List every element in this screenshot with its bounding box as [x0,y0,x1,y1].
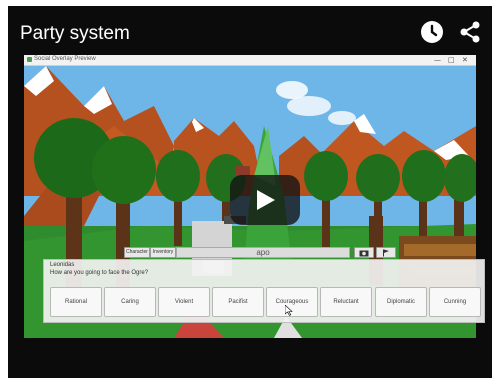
minimize-button[interactable]: — [434,55,441,65]
share-icon[interactable] [458,20,482,44]
choice-button[interactable]: Pacifist [212,287,264,317]
close-button[interactable]: ✕ [462,55,468,65]
video-frame[interactable]: Party system Social Overlay Preview — □ … [8,6,492,378]
flag-icon [383,249,389,257]
window-titlebar: Social Overlay Preview — □ ✕ [24,55,476,66]
choice-button[interactable]: Violent [158,287,210,317]
window-title: Social Overlay Preview [34,56,96,62]
app-icon [27,57,32,62]
inventory-button[interactable]: Inventory [150,247,176,258]
flag-button[interactable] [376,247,396,258]
dialogue-panel: Leonidas How are you going to face the O… [43,259,485,323]
character-button[interactable]: Character [124,247,150,258]
chat-input[interactable]: apo [176,247,350,258]
speaker-name: Leonidas [50,262,75,268]
choice-button[interactable]: Reluctant [320,287,372,317]
video-title[interactable]: Party system [20,23,130,45]
camera-button[interactable] [354,247,374,258]
mouse-cursor-icon [285,305,293,316]
choice-button[interactable]: Caring [104,287,156,317]
play-icon [257,190,275,210]
overlay-toolbar: Character Inventory apo [124,246,400,258]
maximize-button[interactable]: □ [448,55,455,65]
choice-button[interactable]: Diplomatic [375,287,427,317]
camera-icon [359,250,369,257]
clock-icon[interactable] [421,21,443,43]
play-button[interactable] [230,175,300,225]
dialogue-question: How are you going to face the Ogre? [50,270,149,276]
choice-button[interactable]: Rational [50,287,102,317]
choice-button[interactable]: Cunning [429,287,481,317]
